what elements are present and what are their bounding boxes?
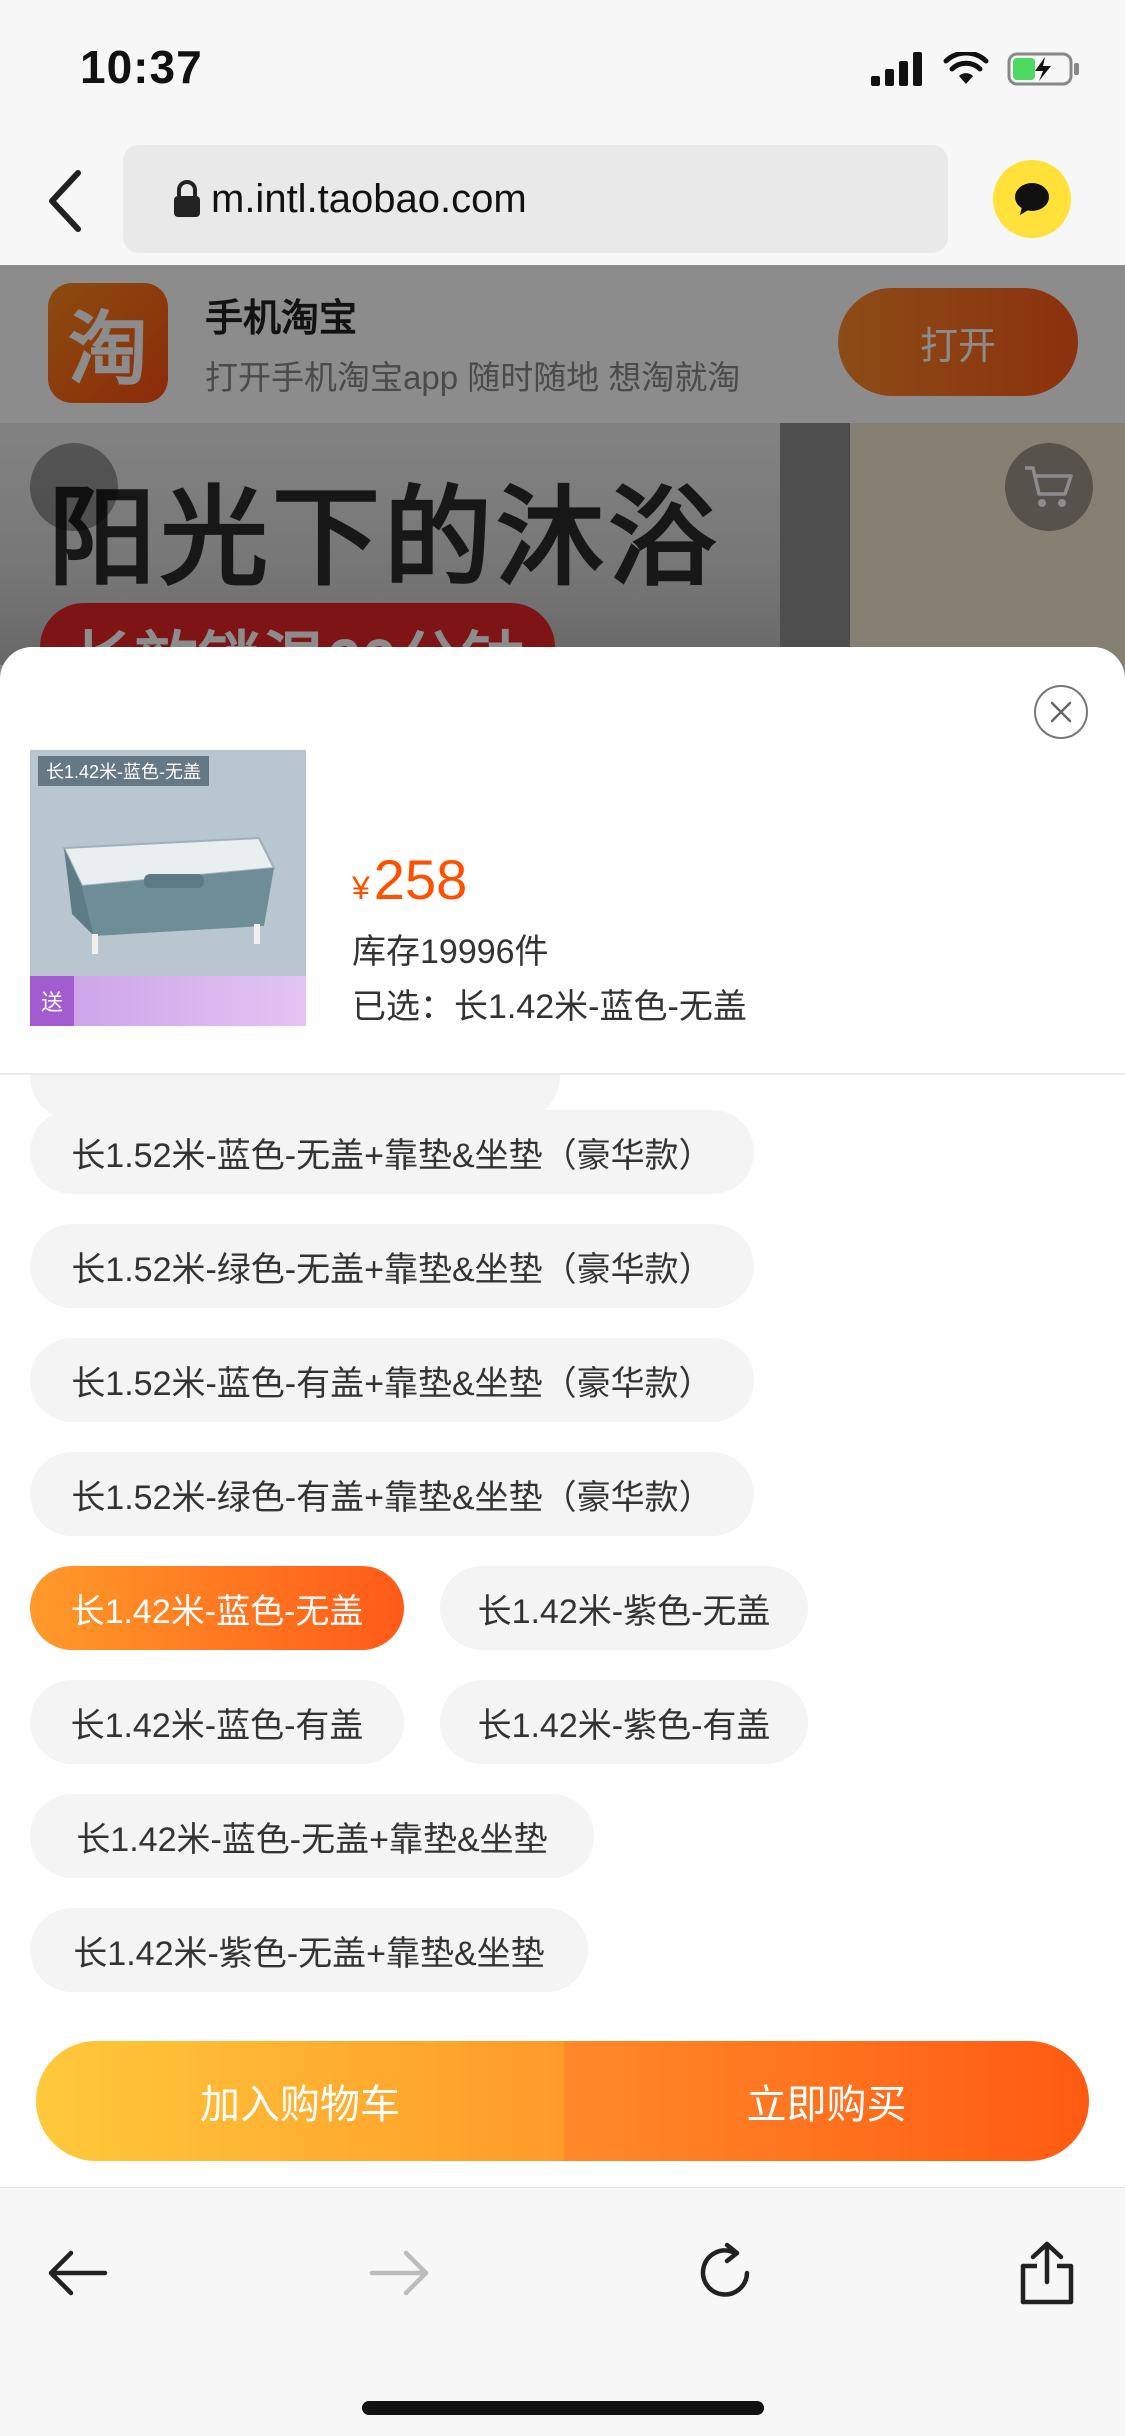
close-sheet-button[interactable] <box>1034 685 1088 739</box>
arrow-right-icon <box>369 2250 429 2296</box>
status-icons <box>871 46 1081 92</box>
reload-button[interactable] <box>680 2228 770 2318</box>
url-text: m.intl.taobao.com <box>211 176 527 221</box>
status-bar: 10:37 <box>0 0 1125 135</box>
price: ¥ 258 <box>352 847 467 912</box>
variant-option[interactable]: 长1.42米-蓝色-无盖+靠垫&坐垫 <box>30 1794 594 1878</box>
add-to-cart-button[interactable]: 加入购物车 <box>36 2041 564 2161</box>
home-indicator[interactable] <box>362 2401 764 2415</box>
nav-back-button[interactable] <box>32 2228 122 2318</box>
cellular-signal-icon <box>871 52 922 86</box>
variant-option-selected[interactable]: 长1.42米-蓝色-无盖 <box>30 1566 404 1650</box>
url-field[interactable]: m.intl.taobao.com <box>123 145 948 253</box>
arrow-left-icon <box>48 2250 108 2296</box>
stock-count: 库存19996件 <box>352 933 549 971</box>
browser-back-icon[interactable] <box>42 163 90 239</box>
wifi-icon <box>943 52 989 84</box>
price-value: 258 <box>373 848 468 911</box>
variant-options: 长1.52米-蓝色-无盖+靠垫&坐垫（豪华款） 长1.52米-绿色-无盖+靠垫&… <box>0 1075 1125 1665</box>
product-thumbnail[interactable]: 长1.42米-蓝色-无盖 送 <box>30 750 306 1026</box>
battery-charging-icon <box>1007 52 1079 86</box>
close-icon <box>1050 701 1072 723</box>
gift-badge: 送 <box>30 976 74 1026</box>
sku-selector-sheet: 长1.42米-蓝色-无盖 送 ¥ 258 库存19996件 已选：长1.42米-… <box>0 647 1125 2187</box>
browser-url-row: m.intl.taobao.com <box>0 135 1125 265</box>
variant-option[interactable]: 长1.42米-蓝色-有盖 <box>30 1680 404 1764</box>
variant-option[interactable]: 长1.42米-紫色-无盖+靠垫&坐垫 <box>30 1908 588 1992</box>
chat-button[interactable] <box>993 160 1071 238</box>
modal-backdrop[interactable] <box>0 265 1125 685</box>
status-time: 10:37 <box>80 41 203 93</box>
share-button[interactable] <box>1002 2228 1092 2318</box>
share-icon <box>1020 2241 1074 2305</box>
currency-symbol: ¥ <box>352 870 370 906</box>
variant-option[interactable]: 长1.52米-蓝色-有盖+靠垫&坐垫（豪华款） <box>30 1338 754 1422</box>
chat-bubble-icon <box>1015 183 1049 215</box>
variant-option[interactable]: 长1.42米-紫色-有盖 <box>440 1680 808 1764</box>
reload-icon <box>700 2242 750 2297</box>
lock-icon <box>174 180 200 217</box>
bathtub-image <box>62 836 276 954</box>
selected-variant: 已选：长1.42米-蓝色-无盖 <box>352 988 747 1026</box>
variant-option[interactable]: 长1.52米-绿色-无盖+靠垫&坐垫（豪华款） <box>30 1224 754 1308</box>
nav-forward-button[interactable] <box>355 2228 445 2318</box>
browser-toolbar <box>0 2187 1125 2436</box>
thumbnail-label: 长1.42米-蓝色-无盖 <box>38 756 210 786</box>
variant-option[interactable]: 长1.52米-绿色-有盖+靠垫&坐垫（豪华款） <box>30 1452 754 1536</box>
variant-option[interactable]: 长1.42米-紫色-无盖 <box>440 1566 808 1650</box>
variant-option[interactable]: 长1.52米-蓝色-无盖+靠垫&坐垫（豪华款） <box>30 1110 754 1194</box>
buy-now-button[interactable]: 立即购买 <box>564 2041 1089 2161</box>
